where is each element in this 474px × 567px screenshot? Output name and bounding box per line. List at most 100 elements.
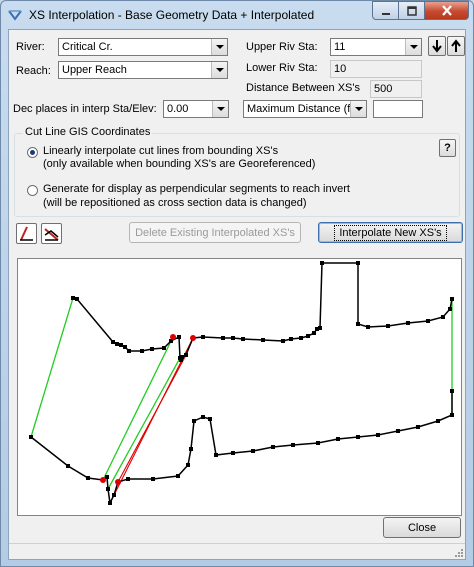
upper-cross-section-point[interactable] xyxy=(450,297,454,301)
upper-cross-section-point[interactable] xyxy=(356,261,360,265)
upper-cross-section-point[interactable] xyxy=(318,326,322,330)
upper-cross-section-point[interactable] xyxy=(140,349,144,353)
upper-cross-section-point[interactable] xyxy=(201,335,205,339)
upper-cross-section-point[interactable] xyxy=(306,334,310,338)
upper-cross-section-point[interactable] xyxy=(441,315,445,319)
delete-interpolated-button[interactable]: Delete Existing Interpolated XS's xyxy=(129,222,301,243)
cross-section-canvas[interactable] xyxy=(18,259,461,515)
lower-cross-section-point[interactable] xyxy=(108,501,112,505)
upper-cross-section-point[interactable] xyxy=(115,342,119,346)
lower-cross-section-point[interactable] xyxy=(151,477,155,481)
upper-cross-section-point[interactable] xyxy=(162,346,166,350)
dec-places-select[interactable]: 0.00 xyxy=(163,100,229,118)
minimize-button[interactable] xyxy=(372,1,399,20)
chevron-down-icon[interactable] xyxy=(212,101,228,117)
lower-cross-section-point[interactable] xyxy=(208,417,212,421)
next-station-up-button[interactable] xyxy=(447,36,465,56)
river-select[interactable]: Critical Cr. xyxy=(58,38,228,56)
lower-cross-section-point[interactable] xyxy=(251,449,255,453)
upper-cross-section-point[interactable] xyxy=(180,355,184,359)
upper-cross-section-point[interactable] xyxy=(119,343,123,347)
lower-cross-section-point[interactable] xyxy=(29,435,33,439)
bank-station-point[interactable] xyxy=(190,335,196,341)
lower-cross-section-point[interactable] xyxy=(336,437,340,441)
lower-cross-section-point[interactable] xyxy=(176,474,180,478)
upper-cross-section-point[interactable] xyxy=(231,336,235,340)
lower-cross-section-point[interactable] xyxy=(86,476,90,480)
chevron-down-icon[interactable] xyxy=(211,62,227,78)
chevron-down-icon[interactable] xyxy=(405,39,421,55)
upper-cross-section-point[interactable] xyxy=(221,336,225,340)
upper-cross-section-point[interactable] xyxy=(356,322,360,326)
help-button[interactable]: ? xyxy=(439,139,456,157)
lower-cross-section-point[interactable] xyxy=(450,389,454,393)
upper-cross-section-point[interactable] xyxy=(426,319,430,323)
max-distance-input[interactable] xyxy=(373,100,423,118)
upper-cross-section-point[interactable] xyxy=(320,261,324,265)
lower-cross-section-point[interactable] xyxy=(186,463,190,467)
upper-cross-section-point[interactable] xyxy=(177,335,181,339)
interpolate-button[interactable]: Interpolate New XS's xyxy=(318,222,463,243)
title-bar[interactable]: XS Interpolation - Base Geometry Data + … xyxy=(1,1,473,29)
cut-line-group: Cut Line GIS Coordinates Linearly interp… xyxy=(14,126,460,217)
lower-cross-section xyxy=(30,391,453,506)
lower-cross-section-point[interactable] xyxy=(105,475,109,479)
draw-cut-line-button[interactable] xyxy=(16,223,37,244)
lower-cross-section-point[interactable] xyxy=(316,441,320,445)
upper-cross-section-point[interactable] xyxy=(111,340,115,344)
upper-cross-section-point[interactable] xyxy=(127,349,131,353)
lower-cross-section-point[interactable] xyxy=(291,443,295,447)
upper-cross-section-point[interactable] xyxy=(299,336,303,340)
option2-line1[interactable]: Generate for display as perpendicular se… xyxy=(43,183,350,195)
upper-cross-section-point[interactable] xyxy=(150,347,154,351)
next-station-down-button[interactable] xyxy=(428,36,446,56)
resize-grip-icon[interactable] xyxy=(454,548,464,558)
window-title: XS Interpolation - Base Geometry Data + … xyxy=(29,8,315,22)
upper-cross-section-point[interactable] xyxy=(289,337,293,341)
reach-select[interactable]: Upper Reach xyxy=(58,61,228,79)
upper-cross-section-point[interactable] xyxy=(312,331,316,335)
close-button[interactable]: Close xyxy=(383,517,461,538)
upper-cross-section-point[interactable] xyxy=(241,337,245,341)
option1-line1[interactable]: Linearly interpolate cut lines from boun… xyxy=(43,145,278,157)
lower-cross-section-point[interactable] xyxy=(126,477,130,481)
lower-cross-section-point[interactable] xyxy=(376,433,380,437)
lower-cross-section-point[interactable] xyxy=(66,464,70,468)
upper-cross-section-point[interactable] xyxy=(386,324,390,328)
lower-cross-section-point[interactable] xyxy=(231,451,235,455)
lower-cross-section-point[interactable] xyxy=(436,419,440,423)
upper-cross-section-point[interactable] xyxy=(71,296,75,300)
upper-cross-section-point[interactable] xyxy=(123,345,127,349)
lower-cross-section-point[interactable] xyxy=(189,447,193,451)
perpendicular-segments-radio[interactable] xyxy=(27,185,38,196)
upper-cross-section-point[interactable] xyxy=(366,325,370,329)
close-window-button[interactable] xyxy=(425,1,469,20)
lower-cross-section-point[interactable] xyxy=(356,435,360,439)
upper-cross-section-point[interactable] xyxy=(281,339,285,343)
lower-cross-section-point[interactable] xyxy=(192,419,196,423)
lower-cross-section-point[interactable] xyxy=(416,425,420,429)
maximize-button[interactable] xyxy=(399,1,425,20)
bank-station-point[interactable] xyxy=(100,477,106,483)
upper-cross-section-point[interactable] xyxy=(75,297,79,301)
upper-cross-section-point[interactable] xyxy=(261,338,265,342)
lower-cross-section-point[interactable] xyxy=(214,453,218,457)
upper-riv-sta-select[interactable]: 11 xyxy=(330,38,422,56)
upper-cross-section-point[interactable] xyxy=(448,307,452,311)
bank-station-point[interactable] xyxy=(115,479,121,485)
lower-cross-section-point[interactable] xyxy=(106,487,110,491)
upper-cross-section-point[interactable] xyxy=(406,321,410,325)
chevron-down-icon[interactable] xyxy=(211,39,227,55)
clear-cut-line-button[interactable] xyxy=(41,223,62,244)
lower-cross-section-point[interactable] xyxy=(450,413,454,417)
cross-section-plot[interactable] xyxy=(17,258,462,516)
lower-cross-section-point[interactable] xyxy=(271,445,275,449)
lower-cross-section-point[interactable] xyxy=(112,493,116,497)
lower-cross-section-point[interactable] xyxy=(201,415,205,419)
linear-interpolate-radio[interactable] xyxy=(27,147,38,158)
chevron-down-icon[interactable] xyxy=(350,101,366,117)
bank-station-point[interactable] xyxy=(170,334,176,340)
lower-cross-section-point[interactable] xyxy=(396,429,400,433)
upper-cross-section-point[interactable] xyxy=(184,353,188,357)
max-distance-select[interactable]: Maximum Distance (ft) xyxy=(243,100,367,118)
